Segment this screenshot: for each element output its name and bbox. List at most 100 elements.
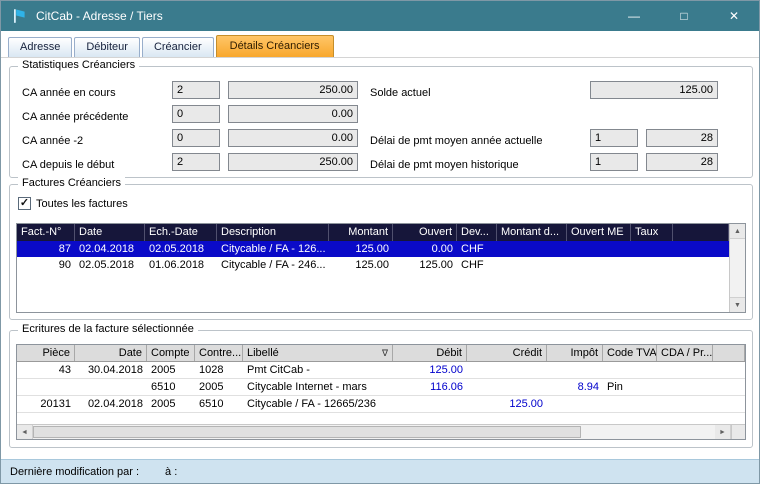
label-delai-pmt-historique: Délai de pmt moyen historique (370, 156, 519, 174)
column-header-description[interactable]: Description (217, 224, 329, 241)
column-header-piece[interactable]: Pièce (17, 345, 75, 361)
cell-ouvert-me (567, 241, 631, 257)
cell-filler (713, 396, 745, 412)
column-header-date[interactable]: Date (75, 345, 147, 361)
column-header-cda-pr[interactable]: CDA / Pr... (657, 345, 713, 361)
tab-creancier[interactable]: Créancier (142, 37, 214, 57)
close-button[interactable]: ✕ (709, 1, 759, 31)
cell-compte: 6510 (147, 379, 195, 395)
column-header-fact-no[interactable]: Fact.-N° (17, 224, 75, 241)
ecriture-row-6510[interactable]: 6510 2005 Citycable Internet - mars 116.… (17, 379, 745, 396)
column-header-ouvert-me[interactable]: Ouvert ME (567, 224, 631, 241)
tab-debiteur[interactable]: Débiteur (74, 37, 140, 57)
app-icon (11, 8, 27, 24)
group-ecritures: Ecritures de la facture sélectionnée Piè… (9, 330, 753, 448)
cell-cda-pr (657, 379, 713, 395)
cell-contre: 2005 (195, 379, 243, 395)
cell-code-tva: Pin (603, 379, 657, 395)
column-header-libelle[interactable]: ∇ Libellé (243, 345, 393, 361)
cell-description: Citycable / FA - 126... (217, 241, 329, 257)
minimize-button[interactable]: — (609, 1, 659, 31)
cell-taux (631, 257, 673, 273)
label-ca-depuis-le-debut: CA depuis le début (22, 156, 114, 174)
app-window: CitCab - Adresse / Tiers — □ ✕ Adresse D… (0, 0, 760, 484)
scrollbar-thumb[interactable] (33, 426, 581, 438)
cell-code-tva (603, 396, 657, 412)
scrollbar-track[interactable] (581, 425, 715, 439)
cell-devise: CHF (457, 257, 497, 273)
ca-annee-en-cours-count-field[interactable]: 2 (172, 81, 220, 99)
cell-montant-me (497, 241, 567, 257)
cell-credit (467, 379, 547, 395)
cell-impot: 8.94 (547, 379, 603, 395)
scroll-down-icon[interactable]: ▼ (730, 297, 745, 312)
tab-details-creanciers[interactable]: Détails Créanciers (216, 35, 334, 57)
ca-annee-precedente-amount-field[interactable]: 0.00 (228, 105, 358, 123)
cell-credit (467, 362, 547, 378)
ca-depuis-le-debut-amount-field[interactable]: 250.00 (228, 153, 358, 171)
toutes-les-factures-label[interactable]: Toutes les factures (36, 198, 128, 210)
ecritures-horizontal-scrollbar[interactable]: ◄ ► (17, 424, 745, 439)
scroll-right-icon[interactable]: ► (715, 425, 731, 439)
facture-row-90[interactable]: 90 02.05.2018 01.06.2018 Citycable / FA … (17, 257, 729, 273)
ca-annee-2-amount-field[interactable]: 0.00 (228, 129, 358, 147)
column-header-taux[interactable]: Taux (631, 224, 673, 241)
cell-filler (673, 241, 729, 257)
cell-libelle: Pmt CitCab - (243, 362, 393, 378)
ca-annee-precedente-count-field[interactable]: 0 (172, 105, 220, 123)
delai-historique-count-field[interactable]: 1 (590, 153, 638, 171)
delai-historique-jours-field[interactable]: 28 (646, 153, 718, 171)
scroll-left-icon[interactable]: ◄ (17, 425, 33, 439)
label-ca-annee-en-cours: CA année en cours (22, 84, 116, 102)
maximize-button[interactable]: □ (659, 1, 709, 31)
ca-annee-en-cours-amount-field[interactable]: 250.00 (228, 81, 358, 99)
column-header-filler (713, 345, 745, 361)
solde-actuel-field[interactable]: 125.00 (590, 81, 718, 99)
column-header-code-tva[interactable]: Code TVA (603, 345, 657, 361)
ca-depuis-le-debut-count-field[interactable]: 2 (172, 153, 220, 171)
cell-ouvert: 125.00 (393, 257, 457, 273)
column-header-filler (673, 224, 729, 241)
column-header-devise[interactable]: Dev... (457, 224, 497, 241)
label-ca-annee-precedente: CA année précédente (22, 108, 128, 126)
label-ca-annee-2: CA année -2 (22, 132, 83, 150)
ecriture-row-20131[interactable]: 20131 02.04.2018 2005 6510 Citycable / F… (17, 396, 745, 413)
column-header-ech-date[interactable]: Ech.-Date (145, 224, 217, 241)
cell-ouvert: 0.00 (393, 241, 457, 257)
cell-montant-me (497, 257, 567, 273)
scroll-up-icon[interactable]: ▲ (730, 224, 745, 239)
cell-description: Citycable / FA - 246... (217, 257, 329, 273)
cell-piece (17, 379, 75, 395)
cell-libelle: Citycable Internet - mars (243, 379, 393, 395)
tab-adresse[interactable]: Adresse (8, 37, 72, 57)
toutes-les-factures-checkbox[interactable]: ✓ (18, 197, 31, 210)
ca-annee-2-count-field[interactable]: 0 (172, 129, 220, 147)
delai-annee-actuelle-count-field[interactable]: 1 (590, 129, 638, 147)
ecriture-row-43[interactable]: 43 30.04.2018 2005 1028 Pmt CitCab - 125… (17, 362, 745, 379)
ecritures-table: Pièce Date Compte Contre... ∇ Libellé Dé… (16, 344, 746, 440)
column-header-compte[interactable]: Compte (147, 345, 195, 361)
cell-contre: 6510 (195, 396, 243, 412)
column-header-credit[interactable]: Crédit (467, 345, 547, 361)
column-header-impot[interactable]: Impôt (547, 345, 603, 361)
column-header-montant-me[interactable]: Montant d... (497, 224, 567, 241)
main-content: Statistiques Créanciers CA année en cour… (1, 58, 759, 459)
column-header-ouvert[interactable]: Ouvert (393, 224, 457, 241)
group-ecritures-title: Ecritures de la facture sélectionnée (18, 323, 198, 335)
label-delai-pmt-annee-actuelle: Délai de pmt moyen année actuelle (370, 132, 542, 150)
group-factures-creanciers: Factures Créanciers ✓ Toutes les facture… (9, 184, 753, 320)
factures-vertical-scrollbar[interactable]: ▲ ▼ (729, 224, 745, 312)
column-header-date[interactable]: Date (75, 224, 145, 241)
titlebar[interactable]: CitCab - Adresse / Tiers — □ ✕ (1, 1, 759, 31)
column-header-contre[interactable]: Contre... (195, 345, 243, 361)
cell-date: 02.04.2018 (75, 241, 145, 257)
cell-fact-no: 90 (17, 257, 75, 273)
facture-row-87[interactable]: 87 02.04.2018 02.05.2018 Citycable / FA … (17, 241, 729, 257)
column-header-montant[interactable]: Montant (329, 224, 393, 241)
delai-annee-actuelle-jours-field[interactable]: 28 (646, 129, 718, 147)
column-header-debit[interactable]: Débit (393, 345, 467, 361)
cell-libelle: Citycable / FA - 12665/236 (243, 396, 393, 412)
cell-debit: 116.06 (393, 379, 467, 395)
scrollbar-corner (731, 425, 745, 439)
cell-montant: 125.00 (329, 257, 393, 273)
